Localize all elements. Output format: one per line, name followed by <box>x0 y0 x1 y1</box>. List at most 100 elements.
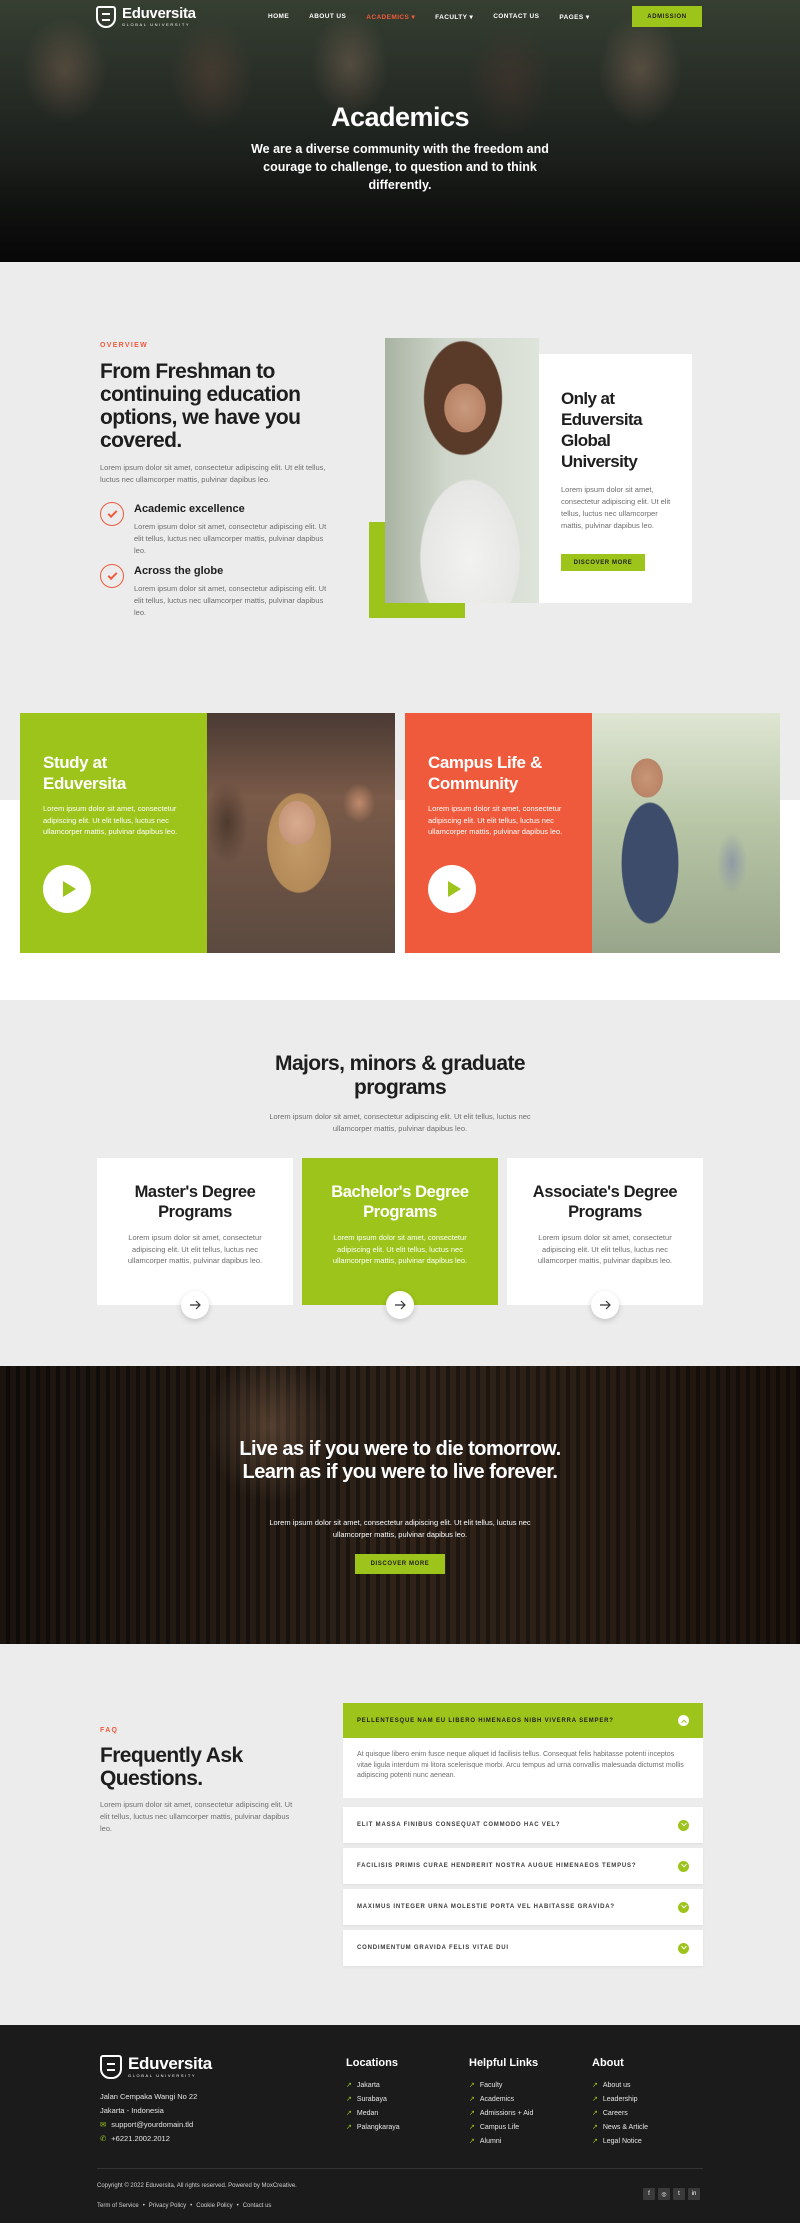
faq-answer: At quisque libero enim fusce neque aliqu… <box>343 1738 703 1798</box>
student-photo <box>385 338 539 603</box>
feature-text: Lorem ipsum dolor sit amet, consectetur … <box>134 522 327 555</box>
quote-text: Lorem ipsum dolor sit amet, consectetur … <box>269 1518 531 1539</box>
promo-study: Study at Eduversita Lorem ipsum dolor si… <box>20 713 395 953</box>
footer-link-label: Palangkaraya <box>356 2123 400 2131</box>
footer-link[interactable]: ↗ Jakarta <box>346 2081 380 2090</box>
play-button[interactable] <box>43 865 91 913</box>
footer-link[interactable]: ↗ Surabaya <box>346 2095 387 2104</box>
students-photo <box>207 713 395 953</box>
nav-about-us[interactable]: ABOUT US <box>309 13 346 21</box>
promo-study-title: Study at Eduversita <box>43 753 126 793</box>
arrow-icon: ↗ <box>469 2082 475 2089</box>
discover-more-button[interactable]: DISCOVER MORE <box>561 554 645 571</box>
faq-item[interactable]: MAXIMUS INTEGER URNA MOLESTIE PORTA VEL … <box>343 1889 703 1925</box>
faq-item-open[interactable]: PELLENTESQUE NAM EU LIBERO HIMENAEOS NIB… <box>343 1703 703 1738</box>
footer-phone-text: +6221.2002.2012 <box>111 2134 170 2143</box>
phone-icon: ✆ <box>100 2134 107 2143</box>
footer-link-label: Alumni <box>479 2137 502 2145</box>
arrow-right-icon[interactable] <box>386 1291 414 1319</box>
campus-photo <box>592 713 780 953</box>
faq-answer-text: At quisque libero enim fusce neque aliqu… <box>357 1751 684 1779</box>
footer-logo[interactable]: Eduversita GLOBAL UNIVERSITY <box>100 2055 212 2079</box>
logo-shield-icon <box>100 2055 122 2079</box>
faq-item[interactable]: ELIT MASSA FINIBUS CONSEQUAT COMMODO HAC… <box>343 1807 703 1843</box>
play-icon <box>447 881 461 897</box>
footer-link[interactable]: ↗ Leadership <box>592 2095 638 2104</box>
quote-title: Live as if you were to die tomorrow. Lea… <box>239 1438 561 1483</box>
faq-item[interactable]: FACILISIS PRIMIS CURAE HENDRERIT NOSTRA … <box>343 1848 703 1884</box>
footer-link[interactable]: ↗ Campus Life <box>469 2123 519 2132</box>
faq-item[interactable]: CONDIMENTUM GRAVIDA FELIS VITAE DUI <box>343 1930 703 1966</box>
admission-button[interactable]: ADMISSION <box>632 6 702 27</box>
hero-title: Academics <box>330 102 470 132</box>
promo-campus: Campus Life & Community Lorem ipsum dolo… <box>405 713 780 953</box>
arrow-icon: ↗ <box>346 2110 352 2117</box>
nav-faculty[interactable]: FACULTY ▾ <box>435 13 473 21</box>
facebook-icon[interactable]: f <box>643 2188 655 2200</box>
footer-link-label: Legal Notice <box>602 2137 642 2145</box>
programs-text: Lorem ipsum dolor sit amet, consectetur … <box>269 1112 531 1133</box>
legal-link[interactable]: Privacy Policy <box>149 2203 186 2209</box>
nav-academics[interactable]: ACADEMICS ▾ <box>366 13 415 21</box>
arrow-icon: ↗ <box>346 2082 352 2089</box>
legal-link[interactable]: Contact us <box>243 2203 272 2209</box>
arrow-icon: ↗ <box>592 2082 598 2089</box>
footer-link[interactable]: ↗ Admissions + Aid <box>469 2109 533 2118</box>
promo-campus-panel: Campus Life & Community Lorem ipsum dolo… <box>405 713 592 953</box>
feature-title: Academic excellence <box>134 503 245 515</box>
footer-link[interactable]: ↗ Medan <box>346 2109 378 2118</box>
legal-separator: • <box>142 2203 145 2209</box>
program-card-associates[interactable]: Associate's Degree Programs Lorem ipsum … <box>507 1158 703 1319</box>
instagram-icon[interactable]: ◎ <box>658 2188 670 2200</box>
chevron-down-icon: ▾ <box>585 14 590 21</box>
legal-link[interactable]: Term of Service <box>97 2203 139 2209</box>
discover-more-button[interactable]: DISCOVER MORE <box>355 1554 445 1574</box>
footer-link-label: Jakarta <box>356 2081 380 2089</box>
legal-link[interactable]: Cookie Policy <box>196 2203 232 2209</box>
arrow-icon: ↗ <box>592 2110 598 2117</box>
arrow-icon: ↗ <box>469 2138 475 2145</box>
footer-link[interactable]: ↗ About us <box>592 2081 631 2090</box>
twitter-icon[interactable]: t <box>673 2188 685 2200</box>
nav-home[interactable]: HOME <box>268 13 289 21</box>
footer-divider <box>97 2168 703 2169</box>
arrow-right-icon[interactable] <box>181 1291 209 1319</box>
footer-link[interactable]: ↗ Alumni <box>469 2137 502 2146</box>
check-circle-icon <box>100 502 124 526</box>
nav-pages[interactable]: PAGES ▾ <box>559 13 589 21</box>
footer-link-label: Surabaya <box>356 2095 387 2103</box>
promo-campus-text: Lorem ipsum dolor sit amet, consectetur … <box>428 804 563 836</box>
footer-link[interactable]: ↗ Faculty <box>469 2081 502 2090</box>
overview-text: Lorem ipsum dolor sit amet, consectetur … <box>100 463 326 484</box>
overview-eyebrow: OVERVIEW <box>100 342 149 349</box>
program-card-text: Lorem ipsum dolor sit amet, consectetur … <box>537 1233 673 1265</box>
footer-link[interactable]: ↗ News & Article <box>592 2123 648 2132</box>
footer-link[interactable]: ↗ Palangkaraya <box>346 2123 400 2132</box>
site-logo[interactable]: Eduversita GLOBAL UNIVERSITY <box>96 6 196 28</box>
footer-link[interactable]: ↗ Careers <box>592 2109 628 2118</box>
footer-link[interactable]: ↗ Legal Notice <box>592 2137 642 2146</box>
logo-shield-icon <box>96 6 116 28</box>
program-card-bachelors[interactable]: Bachelor's Degree Programs Lorem ipsum d… <box>302 1158 498 1319</box>
logo-name: Eduversita <box>122 5 196 22</box>
program-card-title: Master's Degree Programs <box>134 1183 256 1221</box>
nav-contact-us[interactable]: CONTACT US <box>493 13 539 21</box>
footer-address-line1: Jalan Cempaka Wangi No 22 <box>100 2092 198 2101</box>
faq-question: PELLENTESQUE NAM EU LIBERO HIMENAEOS NIB… <box>357 1717 614 1724</box>
footer-email[interactable]: ✉ support@yourdomain.tld <box>100 2120 193 2129</box>
arrow-icon: ↗ <box>592 2124 598 2131</box>
nav-pages-label: PAGES <box>559 14 584 21</box>
footer-col-title: Helpful Links <box>469 2057 539 2069</box>
footer-link-label: News & Article <box>602 2123 648 2131</box>
footer-link[interactable]: ↗ Academics <box>469 2095 514 2104</box>
faq-toggle-icon <box>678 1819 689 1831</box>
arrow-right-icon[interactable] <box>591 1291 619 1319</box>
faq-question: CONDIMENTUM GRAVIDA FELIS VITAE DUI <box>357 1945 509 1951</box>
play-button[interactable] <box>428 865 476 913</box>
footer-phone[interactable]: ✆ +6221.2002.2012 <box>100 2134 170 2143</box>
promo-card-text: Lorem ipsum dolor sit amet, consectetur … <box>561 485 671 530</box>
footer-legal-links: Term of Service • Privacy Policy • Cookie … <box>97 2203 271 2209</box>
program-card-masters[interactable]: Master's Degree Programs Lorem ipsum dol… <box>97 1158 293 1319</box>
hero-subtitle: We are a diverse community with the free… <box>251 142 549 192</box>
linkedin-icon[interactable]: in <box>688 2188 700 2200</box>
